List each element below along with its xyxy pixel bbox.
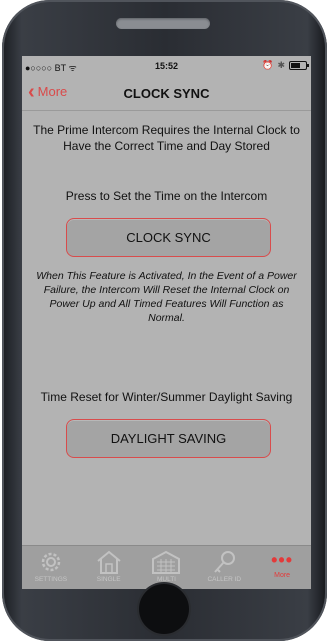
- tab-multi[interactable]: MULTI: [138, 546, 196, 589]
- phone-frame: ●○○○○ BT ᯤ 15:52 ⏰ ✱ ‹ More CLOCK SYNC T…: [2, 0, 327, 641]
- daylight-saving-button[interactable]: DAYLIGHT SAVING: [66, 419, 271, 458]
- navigation-bar: ‹ More CLOCK SYNC: [22, 78, 311, 111]
- key-icon: [214, 551, 236, 573]
- battery-icon: [289, 61, 309, 70]
- status-icons: ⏰ ✱: [262, 60, 309, 71]
- building-icon: [152, 550, 181, 574]
- speaker-grille: [116, 18, 210, 29]
- home-button[interactable]: [139, 584, 189, 634]
- page-title: CLOCK SYNC: [123, 86, 210, 101]
- tab-multi-label: MULTI: [156, 576, 176, 583]
- feature-note: When This Feature is Activated, In the E…: [36, 270, 297, 324]
- tab-settings-label: SETTINGS: [34, 576, 68, 583]
- bluetooth-icon: ✱: [277, 60, 285, 70]
- status-bar: ●○○○○ BT ᯤ 15:52 ⏰ ✱: [22, 56, 311, 78]
- tab-more-label: More: [274, 572, 291, 579]
- app-screen: ●○○○○ BT ᯤ 15:52 ⏰ ✱ ‹ More CLOCK SYNC T…: [22, 56, 311, 589]
- press-instruction: Press to Set the Time on the Intercom: [65, 189, 268, 203]
- tab-caller-id[interactable]: CALLER ID: [195, 546, 253, 589]
- gear-icon: [41, 552, 61, 572]
- tab-more[interactable]: ••• More: [253, 546, 311, 589]
- tab-caller-id-label: CALLER ID: [207, 576, 242, 583]
- tab-single[interactable]: SINGLE: [80, 546, 138, 589]
- clock-sync-button[interactable]: CLOCK SYNC: [66, 218, 271, 257]
- tab-bar: SETTINGS SINGLE MULTI CALLER ID ••• More: [22, 545, 311, 589]
- intro-text: The Prime Intercom Requires the Internal…: [33, 123, 300, 153]
- alarm-icon: ⏰: [262, 60, 274, 70]
- daylight-saving-label: Time Reset for Winter/Summer Daylight Sa…: [40, 390, 293, 404]
- tab-settings[interactable]: SETTINGS: [22, 546, 80, 589]
- tab-single-label: SINGLE: [96, 576, 121, 583]
- house-icon: [97, 550, 121, 574]
- more-dots-icon: •••: [271, 550, 294, 570]
